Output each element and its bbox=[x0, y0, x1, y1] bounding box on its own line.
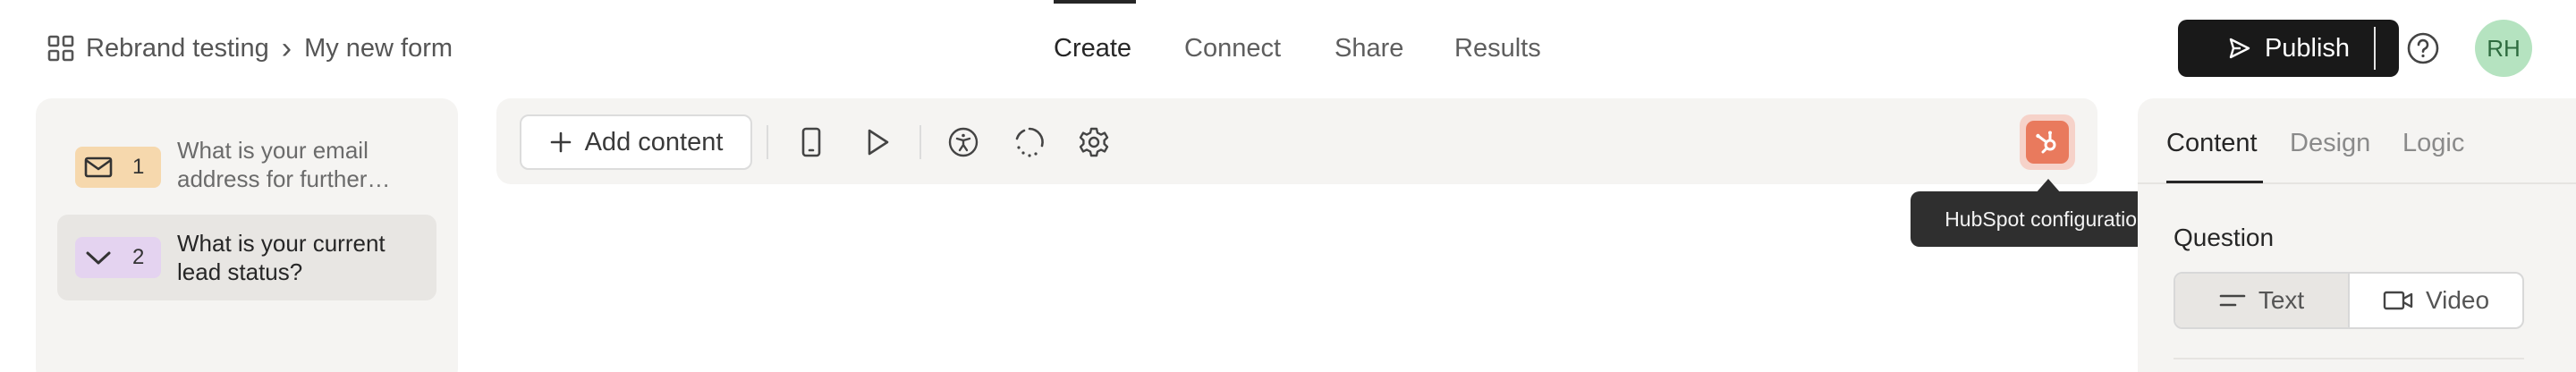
tab-design[interactable]: Design bbox=[2290, 125, 2370, 161]
add-content-label: Add content bbox=[584, 127, 724, 156]
avatar[interactable]: RH bbox=[2475, 20, 2532, 77]
chevron-down-icon bbox=[84, 248, 113, 267]
question-number-2: 2 bbox=[132, 245, 145, 269]
hubspot-button[interactable] bbox=[2020, 114, 2075, 170]
tab-content[interactable]: Content bbox=[2166, 125, 2258, 161]
tab-create[interactable]: Create bbox=[1054, 30, 1131, 66]
breadcrumb-workspace[interactable]: Rebrand testing bbox=[86, 34, 269, 63]
tab-active-indicator bbox=[2166, 181, 2263, 183]
tab-results[interactable]: Results bbox=[1454, 30, 1541, 66]
question-text-2: What is your current lead status? bbox=[177, 230, 386, 285]
question-badge-2: 2 bbox=[75, 237, 161, 278]
help-icon[interactable] bbox=[2406, 31, 2440, 65]
mobile-preview-icon[interactable] bbox=[791, 122, 832, 163]
question-section-label: Question bbox=[2174, 224, 2275, 251]
add-content-button[interactable]: Add content bbox=[520, 114, 752, 170]
publish-button[interactable]: Publish bbox=[2178, 20, 2399, 77]
video-camera-icon bbox=[2383, 290, 2413, 311]
question-text-1: What is your email address for further… bbox=[177, 137, 391, 192]
tab-share[interactable]: Share bbox=[1335, 30, 1403, 66]
publish-label: Publish bbox=[2264, 33, 2351, 63]
breadcrumb-separator: › bbox=[281, 30, 292, 65]
settings-gear-icon[interactable] bbox=[1073, 122, 1114, 163]
question-item-2[interactable]: 2 What is your current lead status? bbox=[57, 215, 436, 300]
question-type-text-label: Text bbox=[2258, 286, 2305, 314]
tab-connect[interactable]: Connect bbox=[1184, 30, 1281, 66]
send-icon bbox=[2227, 36, 2252, 61]
question-type-video-label: Video bbox=[2425, 286, 2490, 314]
breadcrumb: Rebrand testing › My new form bbox=[86, 30, 453, 66]
question-item-1[interactable]: 1 What is your email address for further… bbox=[57, 125, 436, 209]
question-number-1: 1 bbox=[132, 155, 145, 179]
tab-logic[interactable]: Logic bbox=[2402, 125, 2464, 161]
header-divider bbox=[2374, 27, 2376, 70]
nav-active-indicator bbox=[1054, 0, 1136, 4]
question-badge-1: 1 bbox=[75, 147, 161, 188]
question-type-video[interactable]: Video bbox=[2350, 274, 2522, 327]
section-divider bbox=[2174, 358, 2524, 359]
question-type-text[interactable]: Text bbox=[2175, 274, 2350, 327]
toolbar-divider bbox=[919, 125, 921, 159]
loading-logic-icon[interactable] bbox=[1009, 122, 1050, 163]
plus-icon bbox=[549, 131, 572, 154]
breadcrumb-form[interactable]: My new form bbox=[304, 34, 453, 63]
question-type-toggle: Text Video bbox=[2174, 272, 2524, 329]
text-lines-icon bbox=[2219, 292, 2246, 309]
hubspot-icon bbox=[2026, 121, 2069, 164]
play-icon[interactable] bbox=[857, 122, 898, 163]
accessibility-icon[interactable] bbox=[943, 122, 984, 163]
toolbar-divider bbox=[767, 125, 768, 159]
apps-grid-icon[interactable] bbox=[47, 34, 75, 63]
mail-icon bbox=[84, 156, 113, 179]
